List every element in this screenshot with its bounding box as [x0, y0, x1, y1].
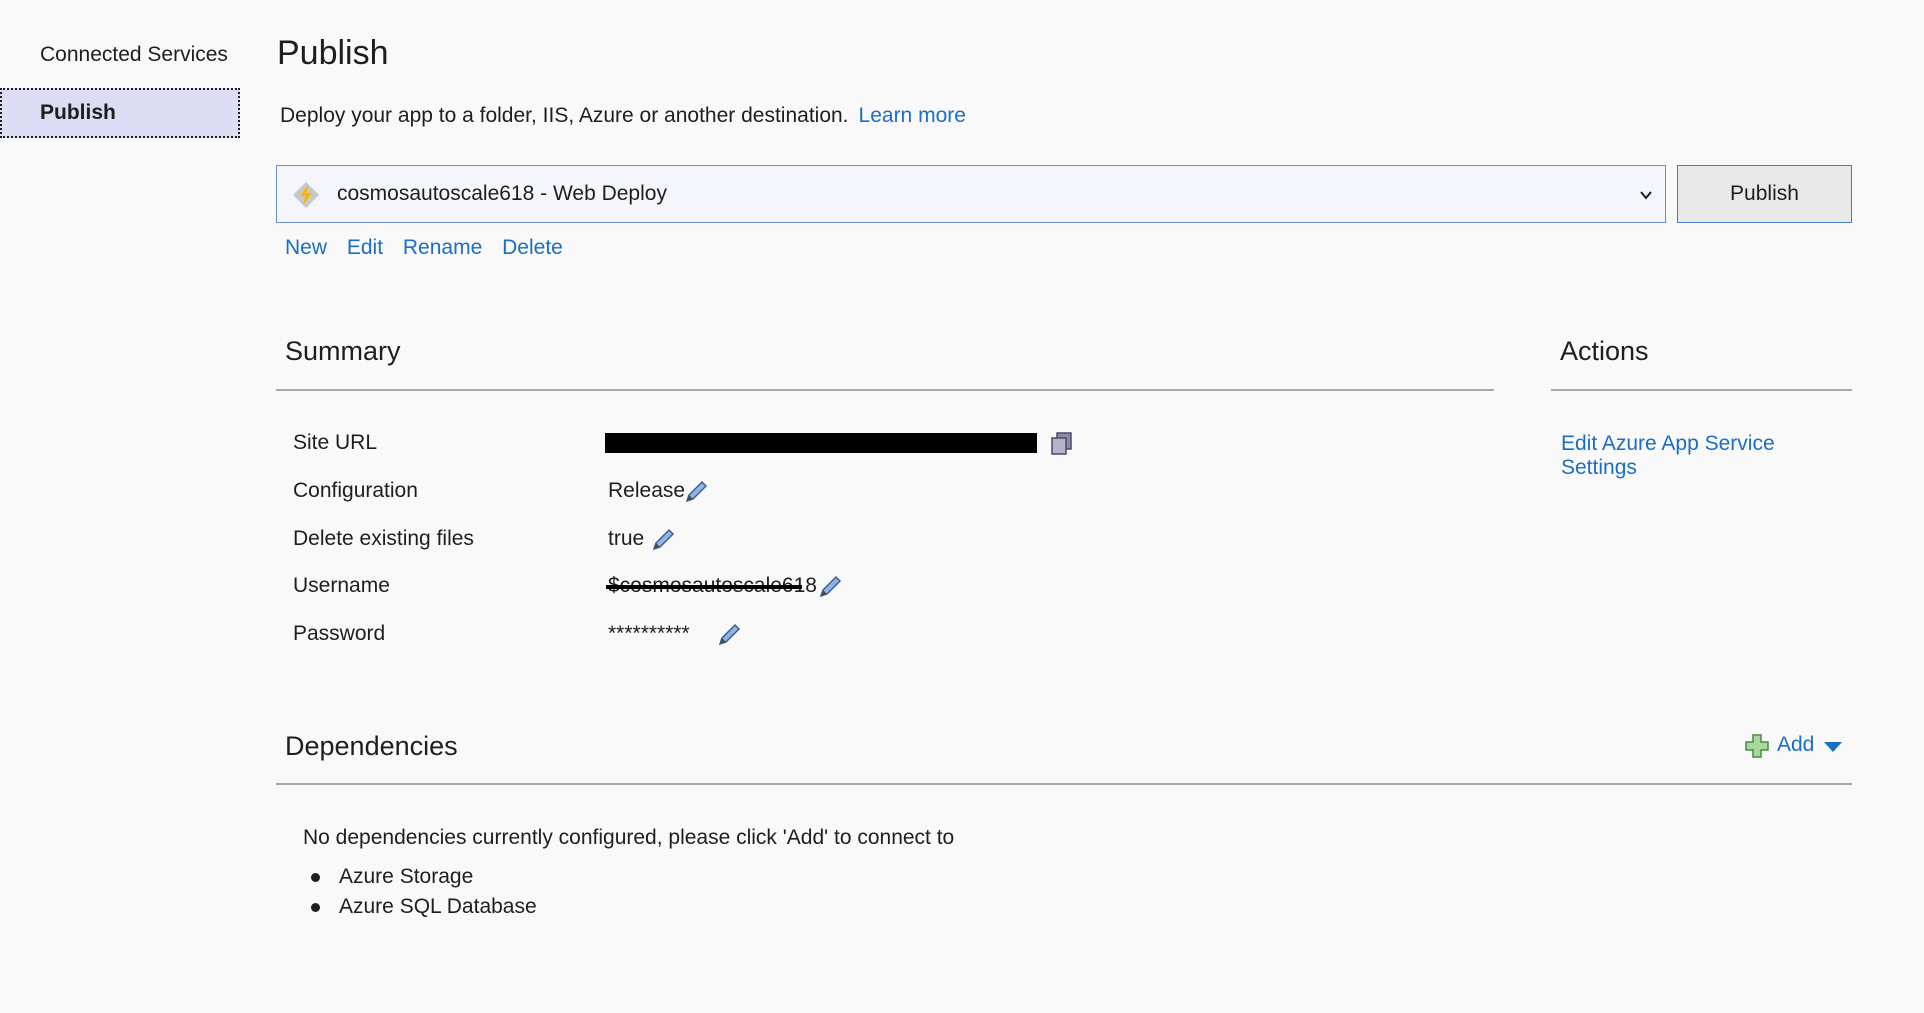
summary-row-password: Password ********** — [293, 622, 1093, 652]
edit-delete-files-pencil-icon[interactable] — [650, 527, 676, 553]
site-url-label: Site URL — [293, 431, 378, 454]
edit-username-pencil-icon[interactable] — [817, 574, 843, 600]
list-item: Azure Storage — [303, 862, 537, 892]
configuration-value: Release — [608, 479, 686, 502]
dependencies-title: Dependencies — [285, 731, 458, 761]
copy-icon[interactable] — [1050, 431, 1074, 457]
summary-title: Summary — [285, 336, 401, 366]
rename-profile-link[interactable]: Rename — [403, 236, 482, 259]
publish-profile-label: cosmosautoscale618 - Web Deploy — [337, 182, 667, 205]
redaction-strike — [606, 585, 802, 589]
list-item: Azure SQL Database — [303, 892, 537, 922]
summary-row-configuration: Configuration Release — [293, 479, 1093, 509]
plus-icon — [1745, 734, 1769, 758]
configuration-label: Configuration — [293, 479, 418, 502]
sidebar: Connected Services Publish — [0, 30, 240, 138]
subtitle-text: Deploy your app to a folder, IIS, Azure … — [280, 104, 849, 127]
profile-row: cosmosautoscale618 - Web Deploy Publish — [276, 165, 1852, 223]
password-label: Password — [293, 622, 386, 645]
edit-profile-link[interactable]: Edit — [347, 236, 383, 259]
summary-row-delete-existing-files: Delete existing files true — [293, 527, 1093, 557]
app-service-icon — [293, 182, 319, 208]
add-label: Add — [1777, 733, 1815, 756]
learn-more-link[interactable]: Learn more — [859, 104, 966, 127]
dependency-options-list: Azure Storage Azure SQL Database — [303, 862, 537, 922]
publish-page: Connected Services Publish Publish Deplo… — [0, 0, 1924, 1013]
password-value: ********** — [608, 622, 690, 645]
edit-azure-settings-link[interactable]: Edit Azure App Service Settings — [1561, 432, 1852, 480]
chevron-down-icon — [1640, 191, 1652, 200]
edit-configuration-pencil-icon[interactable] — [683, 479, 709, 505]
redaction-bar — [605, 433, 1037, 453]
actions-title: Actions — [1560, 336, 1649, 366]
sidebar-item-connected-services[interactable]: Connected Services — [0, 30, 240, 80]
sidebar-item-publish[interactable]: Publish — [0, 88, 240, 138]
delete-existing-files-value: true — [608, 527, 645, 550]
page-title: Publish — [277, 34, 389, 72]
publish-profile-dropdown[interactable]: cosmosautoscale618 - Web Deploy — [276, 165, 1666, 223]
summary-row-username: Username $cosmosautoscale618 — [293, 574, 1093, 604]
publish-button[interactable]: Publish — [1677, 165, 1852, 223]
delete-existing-files-label: Delete existing files — [293, 527, 474, 550]
actions-divider — [1551, 389, 1852, 391]
new-profile-link[interactable]: New — [285, 236, 327, 259]
no-dependencies-text: No dependencies currently configured, pl… — [303, 826, 955, 849]
caret-down-icon — [1824, 742, 1842, 752]
dependencies-divider — [276, 783, 1852, 785]
summary-row-site-url: Site URL — [293, 431, 1093, 461]
page-subtitle: Deploy your app to a folder, IIS, Azure … — [280, 104, 966, 128]
delete-profile-link[interactable]: Delete — [502, 236, 563, 259]
username-label: Username — [293, 574, 390, 597]
profile-actions: New Edit Rename Delete — [285, 236, 577, 260]
edit-password-pencil-icon[interactable] — [716, 622, 742, 648]
summary-divider — [276, 389, 1494, 391]
